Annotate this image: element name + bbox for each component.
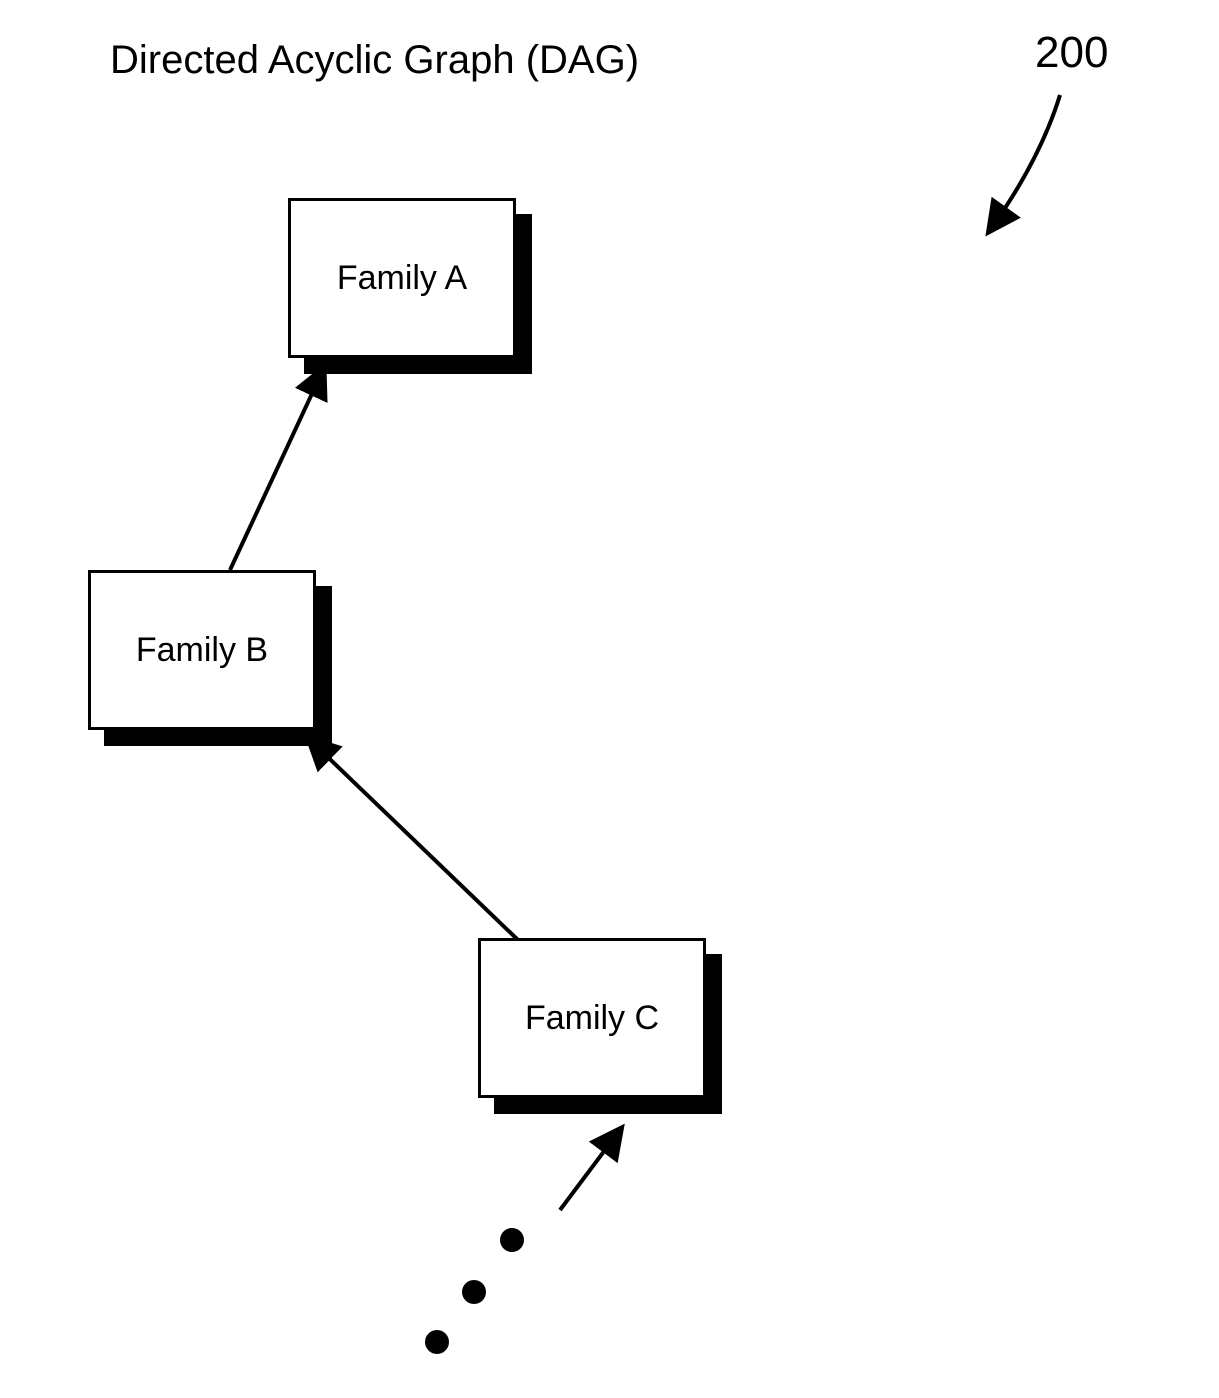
- arrow-c-to-b: [310, 740, 518, 940]
- diagram-title: Directed Acyclic Graph (DAG): [110, 38, 639, 83]
- continuation-dot: [425, 1330, 449, 1354]
- node-label: Family B: [88, 570, 316, 730]
- node-family-a: Family A: [288, 198, 516, 358]
- node-family-b: Family B: [88, 570, 316, 730]
- continuation-dot: [462, 1280, 486, 1304]
- arrow-b-to-a: [230, 370, 323, 570]
- reference-arrow: [990, 95, 1060, 230]
- node-family-c: Family C: [478, 938, 706, 1098]
- continuation-dot: [500, 1228, 524, 1252]
- reference-number: 200: [1035, 28, 1108, 78]
- node-label: Family C: [478, 938, 706, 1098]
- arrow-dots-to-c: [560, 1130, 620, 1210]
- node-label: Family A: [288, 198, 516, 358]
